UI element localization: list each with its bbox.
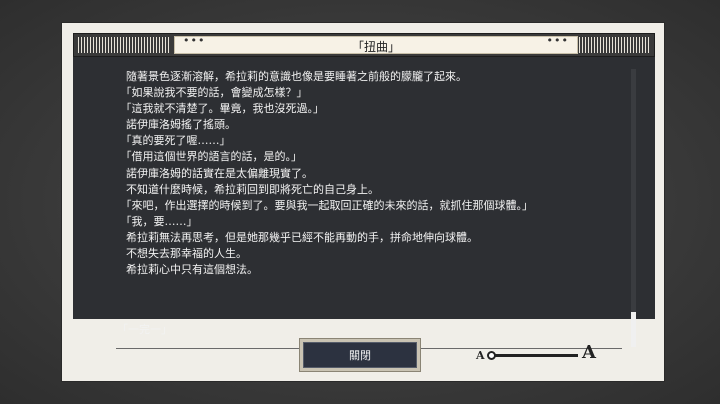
title-dots-right-icon: ••• bbox=[546, 34, 569, 47]
title-plate: ••• 「扭曲」 ••• bbox=[174, 34, 578, 54]
story-line: 不知道什麼時候，希拉莉回到即將死亡的自己身上。 bbox=[115, 182, 379, 196]
dialog-title: 「扭曲」 bbox=[351, 40, 400, 54]
close-button[interactable]: 關閉 bbox=[299, 338, 421, 372]
story-line: 希拉莉心中只有這個想法。 bbox=[115, 263, 258, 277]
story-line: 諾伊庫洛姆搖了搖頭。 bbox=[115, 118, 236, 132]
story-line: 隨著景色逐漸溶解，希拉莉的意識也像是要睡著之前般的朦朧了起來。 bbox=[115, 70, 467, 83]
scrollbar-track[interactable] bbox=[631, 69, 636, 313]
font-size-large-label: A bbox=[582, 342, 596, 363]
story-text: 隨著景色逐漸溶解，希拉莉的意識也像是要睡著之前般的朦朧了起來。 「如果說我不要的… bbox=[115, 69, 615, 278]
story-line: 「我，要……」 bbox=[115, 214, 198, 228]
close-button-label: 關閉 bbox=[303, 342, 417, 368]
title-hatch-right bbox=[576, 37, 650, 53]
scrollbar-thumb[interactable] bbox=[631, 312, 636, 347]
story-line: 「借用這個世界的語言的話，是的。」 bbox=[115, 150, 302, 164]
story-line: 「來吧，作出選擇的時候到了。要與我一起取回正確的未來的話，就抓住那個球體。」 bbox=[115, 198, 533, 212]
font-size-small-label: A bbox=[476, 349, 485, 362]
story-line: 希拉莉無法再思考，但是她那幾乎已經不能再動的手，拼命地伸向球體。 bbox=[115, 230, 478, 244]
font-size-slider-knob[interactable] bbox=[487, 351, 496, 360]
story-dialog: ••• 「扭曲」 ••• 隨著景色逐漸溶解，希拉莉的意識也像是要睡著之前般的朦朧… bbox=[61, 22, 665, 382]
story-line: 「真的要死了喔……」 bbox=[115, 134, 231, 148]
story-line: 「這我就不清楚了。畢竟，我也沒死過。」 bbox=[115, 102, 324, 116]
end-mark: 「一完一」 bbox=[117, 323, 172, 336]
story-line: 不想失去那幸福的人生。 bbox=[115, 247, 247, 261]
story-line: 「如果說我不要的話，會變成怎樣？」 bbox=[115, 86, 308, 100]
story-line: 諾伊庫洛姆的話實在是太偏離現實了。 bbox=[115, 166, 313, 180]
story-text-panel[interactable]: 隨著景色逐漸溶解，希拉莉的意識也像是要睡著之前般的朦朧了起來。 「如果說我不要的… bbox=[73, 57, 655, 349]
font-size-slider[interactable] bbox=[490, 354, 578, 357]
title-hatch-left bbox=[78, 37, 170, 53]
title-bar: ••• 「扭曲」 ••• bbox=[73, 33, 655, 57]
